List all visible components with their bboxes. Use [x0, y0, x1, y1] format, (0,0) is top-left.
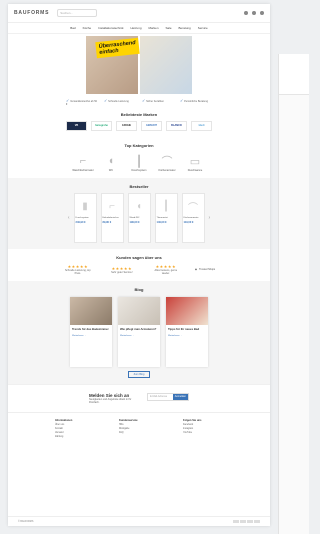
toilet-icon: ◖: [107, 155, 115, 167]
email-field[interactable]: E-Mail-Adresse Anmelden: [147, 393, 189, 401]
reviews-title: Kunden sagen über uns: [116, 255, 162, 260]
background-window: [278, 54, 309, 534]
product-card[interactable]: ◖ Wand-WC 199,00 €: [127, 193, 151, 243]
nav-item[interactable]: Marken: [149, 26, 159, 30]
category-item[interactable]: ⌐ Waschtischarmatur: [72, 153, 94, 172]
nav-item[interactable]: Beratung: [179, 26, 191, 30]
main-nav: Bad Küche Installationstechnik Heizung M…: [8, 23, 270, 34]
nav-item[interactable]: Installationstechnik: [98, 26, 123, 30]
product-card[interactable]: ⌐ Einhebelmischer 89,90 €: [100, 193, 124, 243]
review: ★★★★★ Sehr guter Service!: [111, 265, 133, 274]
brand-logo[interactable]: hansgrohe: [91, 121, 112, 131]
product-card[interactable]: ▮ Duschsystem 249,90 €: [73, 193, 97, 243]
feature-text: Persönliche Beratung: [184, 100, 208, 103]
tray-icon: ▭: [189, 155, 201, 168]
blog-card[interactable]: Trends für das Badezimmer Weiterlesen →: [70, 297, 112, 367]
heart-icon[interactable]: [252, 11, 256, 15]
nav-item[interactable]: Service: [198, 26, 208, 30]
brand-logo[interactable]: GROHE: [116, 121, 137, 131]
product-card[interactable]: ┃ Thermostat 149,00 €: [154, 193, 178, 243]
newsletter-text: Neuigkeiten und Angebote direkt in Ihr P…: [89, 398, 132, 404]
product-card[interactable]: ⌒ Küchenarmatur 119,00 €: [181, 193, 205, 243]
category-item[interactable]: ◖ WC: [100, 153, 122, 172]
all-blog-button[interactable]: Zum Blog: [128, 371, 150, 378]
blog-card[interactable]: Tipps für Ihr neues Bad Weiterlesen →: [166, 297, 208, 367]
footer-link[interactable]: YouTube: [183, 431, 223, 435]
trust-badge[interactable]: ◉ Trusted Shops: [195, 268, 215, 271]
feature-bar: ✓ Versandkostenfrei ab 50 € ✓ Schnelle L…: [8, 98, 270, 106]
nav-item[interactable]: Heizung: [130, 26, 141, 30]
nav-item[interactable]: Küche: [83, 26, 92, 30]
category-item[interactable]: ▭ Duschwanne: [184, 153, 206, 173]
cart-icon[interactable]: [260, 11, 264, 15]
page: BAUFORMS Suchen... Bad Küche Installatio…: [8, 4, 270, 526]
seal-icon: ◉: [194, 268, 197, 271]
category-item[interactable]: ⌒ Küchenarmatur: [156, 153, 178, 172]
review: ★★★★★ Alles bestens, gerne wieder.: [154, 264, 178, 275]
header: BAUFORMS Suchen...: [8, 4, 270, 23]
bestsellers-title: Bestseller: [129, 184, 149, 189]
hero-image-left: Überraschend einfach: [86, 36, 140, 94]
promo-label: Überraschend einfach: [95, 37, 140, 59]
chat-icon: ✓: [180, 98, 184, 103]
clock-icon: ✓: [104, 98, 108, 103]
blog-card[interactable]: Wie pflegt man Armaturen? Weiterlesen →: [118, 297, 160, 367]
subscribe-button[interactable]: Anmelden: [172, 394, 188, 400]
feature-text: Schnelle Lieferung: [108, 100, 129, 103]
review: ★★★★★ Schnelle Lieferung, top Preis.: [65, 264, 91, 275]
brand-logo[interactable]: kludi: [191, 121, 212, 131]
copyright: © BAUFORMS: [18, 520, 34, 523]
brand-logo[interactable]: BLANCO: [166, 121, 187, 131]
brand-logo[interactable]: GEBERIT: [141, 121, 162, 131]
logo[interactable]: BAUFORMS: [14, 10, 49, 16]
brand-logo[interactable]: VB: [66, 121, 87, 131]
kitchen-faucet-icon: ⌒: [161, 156, 173, 168]
footer-link[interactable]: Zahlung: [55, 435, 95, 439]
newsletter: Melden Sie sich an Neuigkeiten und Angebo…: [8, 384, 270, 412]
chevron-left-icon[interactable]: ‹: [68, 215, 70, 221]
hero-banner[interactable]: Überraschend einfach: [86, 36, 192, 94]
bottom-bar: © BAUFORMS: [8, 516, 270, 526]
faucet-icon: ⌐: [79, 155, 87, 167]
nav-item[interactable]: Bad: [70, 26, 75, 30]
blog-title: Blog: [134, 287, 144, 292]
shower-icon: ┃: [135, 155, 143, 168]
search-input[interactable]: Suchen...: [57, 9, 98, 17]
feature-text: Versandkostenfrei ab 50 €: [66, 100, 98, 106]
feature-text: Sicher bezahlen: [146, 100, 164, 103]
payment-icons: [232, 519, 260, 524]
category-item[interactable]: ┃ Duschsystem: [128, 153, 150, 173]
lock-icon: ✓: [142, 98, 146, 103]
chevron-right-icon[interactable]: ›: [209, 215, 211, 221]
brands-title: Beliebteste Marken: [120, 112, 158, 117]
user-icon[interactable]: [244, 11, 248, 15]
footer-link[interactable]: FAQ: [119, 431, 159, 435]
categories-title: Top Kategorien: [124, 143, 154, 148]
hero-image-right: [140, 36, 192, 94]
nav-item[interactable]: Sale: [166, 26, 172, 30]
footer: Informationen Über uns Kontakt Versand Zahlu…: [8, 412, 270, 445]
